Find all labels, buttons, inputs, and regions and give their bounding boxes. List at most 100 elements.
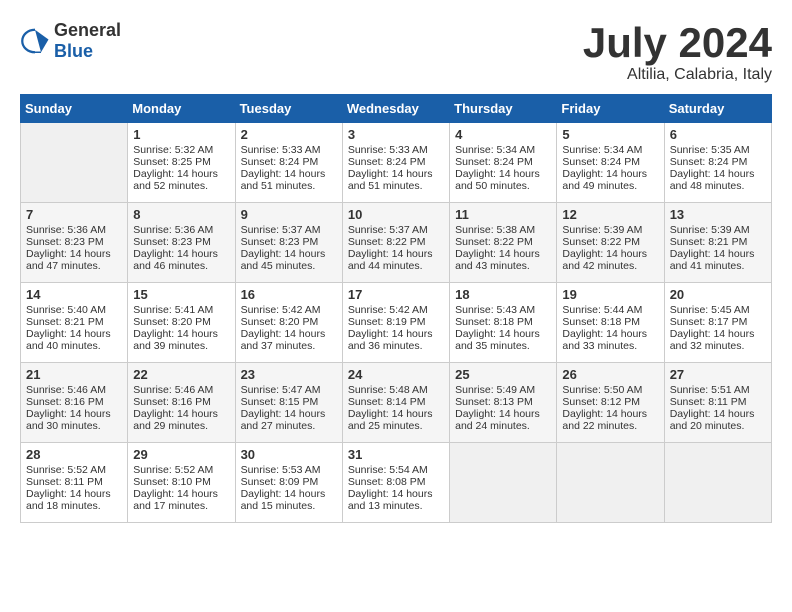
day-number: 13 — [670, 207, 766, 222]
sunrise-text: Sunrise: 5:35 AM — [670, 144, 766, 156]
daylight-text: Daylight: 14 hours and 46 minutes. — [133, 248, 229, 272]
week-row-3: 14Sunrise: 5:40 AMSunset: 8:21 PMDayligh… — [21, 283, 772, 363]
daylight-text: Daylight: 14 hours and 17 minutes. — [133, 488, 229, 512]
daylight-text: Daylight: 14 hours and 45 minutes. — [241, 248, 337, 272]
calendar-cell: 18Sunrise: 5:43 AMSunset: 8:18 PMDayligh… — [450, 283, 557, 363]
calendar-cell: 3Sunrise: 5:33 AMSunset: 8:24 PMDaylight… — [342, 123, 449, 203]
sunrise-text: Sunrise: 5:38 AM — [455, 224, 551, 236]
sunset-text: Sunset: 8:19 PM — [348, 316, 444, 328]
calendar-cell: 17Sunrise: 5:42 AMSunset: 8:19 PMDayligh… — [342, 283, 449, 363]
daylight-text: Daylight: 14 hours and 43 minutes. — [455, 248, 551, 272]
calendar-cell: 20Sunrise: 5:45 AMSunset: 8:17 PMDayligh… — [664, 283, 771, 363]
weekday-header-sunday: Sunday — [21, 95, 128, 123]
sunrise-text: Sunrise: 5:42 AM — [348, 304, 444, 316]
day-number: 31 — [348, 447, 444, 462]
day-number: 22 — [133, 367, 229, 382]
sunrise-text: Sunrise: 5:41 AM — [133, 304, 229, 316]
calendar-cell: 25Sunrise: 5:49 AMSunset: 8:13 PMDayligh… — [450, 363, 557, 443]
sunrise-text: Sunrise: 5:45 AM — [670, 304, 766, 316]
calendar-cell — [557, 443, 664, 523]
daylight-text: Daylight: 14 hours and 48 minutes. — [670, 168, 766, 192]
daylight-text: Daylight: 14 hours and 50 minutes. — [455, 168, 551, 192]
day-number: 9 — [241, 207, 337, 222]
daylight-text: Daylight: 14 hours and 33 minutes. — [562, 328, 658, 352]
sunset-text: Sunset: 8:20 PM — [133, 316, 229, 328]
sunset-text: Sunset: 8:18 PM — [455, 316, 551, 328]
day-number: 27 — [670, 367, 766, 382]
daylight-text: Daylight: 14 hours and 51 minutes. — [241, 168, 337, 192]
calendar-cell: 16Sunrise: 5:42 AMSunset: 8:20 PMDayligh… — [235, 283, 342, 363]
day-number: 20 — [670, 287, 766, 302]
weekday-header-tuesday: Tuesday — [235, 95, 342, 123]
day-number: 10 — [348, 207, 444, 222]
sunrise-text: Sunrise: 5:37 AM — [241, 224, 337, 236]
sunrise-text: Sunrise: 5:34 AM — [562, 144, 658, 156]
calendar-cell: 30Sunrise: 5:53 AMSunset: 8:09 PMDayligh… — [235, 443, 342, 523]
weekday-header-wednesday: Wednesday — [342, 95, 449, 123]
calendar-cell: 19Sunrise: 5:44 AMSunset: 8:18 PMDayligh… — [557, 283, 664, 363]
sunrise-text: Sunrise: 5:36 AM — [133, 224, 229, 236]
calendar-cell: 31Sunrise: 5:54 AMSunset: 8:08 PMDayligh… — [342, 443, 449, 523]
calendar-cell — [21, 123, 128, 203]
daylight-text: Daylight: 14 hours and 41 minutes. — [670, 248, 766, 272]
logo-text: General Blue — [54, 20, 121, 62]
weekday-header-row: SundayMondayTuesdayWednesdayThursdayFrid… — [21, 95, 772, 123]
week-row-2: 7Sunrise: 5:36 AMSunset: 8:23 PMDaylight… — [21, 203, 772, 283]
sunrise-text: Sunrise: 5:39 AM — [670, 224, 766, 236]
sunrise-text: Sunrise: 5:48 AM — [348, 384, 444, 396]
week-row-4: 21Sunrise: 5:46 AMSunset: 8:16 PMDayligh… — [21, 363, 772, 443]
daylight-text: Daylight: 14 hours and 39 minutes. — [133, 328, 229, 352]
day-number: 8 — [133, 207, 229, 222]
calendar-cell: 9Sunrise: 5:37 AMSunset: 8:23 PMDaylight… — [235, 203, 342, 283]
calendar-cell — [664, 443, 771, 523]
sunset-text: Sunset: 8:17 PM — [670, 316, 766, 328]
sunset-text: Sunset: 8:25 PM — [133, 156, 229, 168]
daylight-text: Daylight: 14 hours and 20 minutes. — [670, 408, 766, 432]
sunrise-text: Sunrise: 5:52 AM — [133, 464, 229, 476]
day-number: 4 — [455, 127, 551, 142]
logo-icon — [20, 26, 50, 56]
daylight-text: Daylight: 14 hours and 47 minutes. — [26, 248, 122, 272]
day-number: 16 — [241, 287, 337, 302]
daylight-text: Daylight: 14 hours and 18 minutes. — [26, 488, 122, 512]
day-number: 25 — [455, 367, 551, 382]
sunrise-text: Sunrise: 5:42 AM — [241, 304, 337, 316]
calendar-cell: 7Sunrise: 5:36 AMSunset: 8:23 PMDaylight… — [21, 203, 128, 283]
sunrise-text: Sunrise: 5:53 AM — [241, 464, 337, 476]
sunrise-text: Sunrise: 5:43 AM — [455, 304, 551, 316]
calendar-cell: 12Sunrise: 5:39 AMSunset: 8:22 PMDayligh… — [557, 203, 664, 283]
calendar-cell: 14Sunrise: 5:40 AMSunset: 8:21 PMDayligh… — [21, 283, 128, 363]
sunrise-text: Sunrise: 5:46 AM — [133, 384, 229, 396]
weekday-header-monday: Monday — [128, 95, 235, 123]
day-number: 18 — [455, 287, 551, 302]
daylight-text: Daylight: 14 hours and 24 minutes. — [455, 408, 551, 432]
day-number: 6 — [670, 127, 766, 142]
sunrise-text: Sunrise: 5:33 AM — [348, 144, 444, 156]
day-number: 30 — [241, 447, 337, 462]
sunrise-text: Sunrise: 5:47 AM — [241, 384, 337, 396]
calendar-cell: 8Sunrise: 5:36 AMSunset: 8:23 PMDaylight… — [128, 203, 235, 283]
sunset-text: Sunset: 8:16 PM — [133, 396, 229, 408]
sunset-text: Sunset: 8:10 PM — [133, 476, 229, 488]
sunrise-text: Sunrise: 5:36 AM — [26, 224, 122, 236]
sunset-text: Sunset: 8:24 PM — [241, 156, 337, 168]
calendar-cell: 23Sunrise: 5:47 AMSunset: 8:15 PMDayligh… — [235, 363, 342, 443]
week-row-5: 28Sunrise: 5:52 AMSunset: 8:11 PMDayligh… — [21, 443, 772, 523]
daylight-text: Daylight: 14 hours and 13 minutes. — [348, 488, 444, 512]
day-number: 2 — [241, 127, 337, 142]
calendar-cell: 13 Sunrise: 5:39 AMSunset: 8:21 PMDayligh… — [664, 203, 771, 283]
daylight-text: Daylight: 14 hours and 22 minutes. — [562, 408, 658, 432]
sunrise-text: Sunrise: 5:44 AM — [562, 304, 658, 316]
sunrise-text: Sunrise: 5:51 AM — [670, 384, 766, 396]
sunset-text: Sunset: 8:24 PM — [562, 156, 658, 168]
sunset-text: Sunset: 8:22 PM — [562, 236, 658, 248]
daylight-text: Daylight: 14 hours and 25 minutes. — [348, 408, 444, 432]
calendar-cell: 21Sunrise: 5:46 AMSunset: 8:16 PMDayligh… — [21, 363, 128, 443]
day-number: 5 — [562, 127, 658, 142]
month-title: July 2024 — [583, 20, 772, 66]
sunset-text: Sunset: 8:21 PM — [670, 236, 766, 248]
daylight-text: Daylight: 14 hours and 52 minutes. — [133, 168, 229, 192]
calendar-cell: 15Sunrise: 5:41 AMSunset: 8:20 PMDayligh… — [128, 283, 235, 363]
sunrise-text: Sunrise: 5:33 AM — [241, 144, 337, 156]
calendar-cell: 27Sunrise: 5:51 AMSunset: 8:11 PMDayligh… — [664, 363, 771, 443]
